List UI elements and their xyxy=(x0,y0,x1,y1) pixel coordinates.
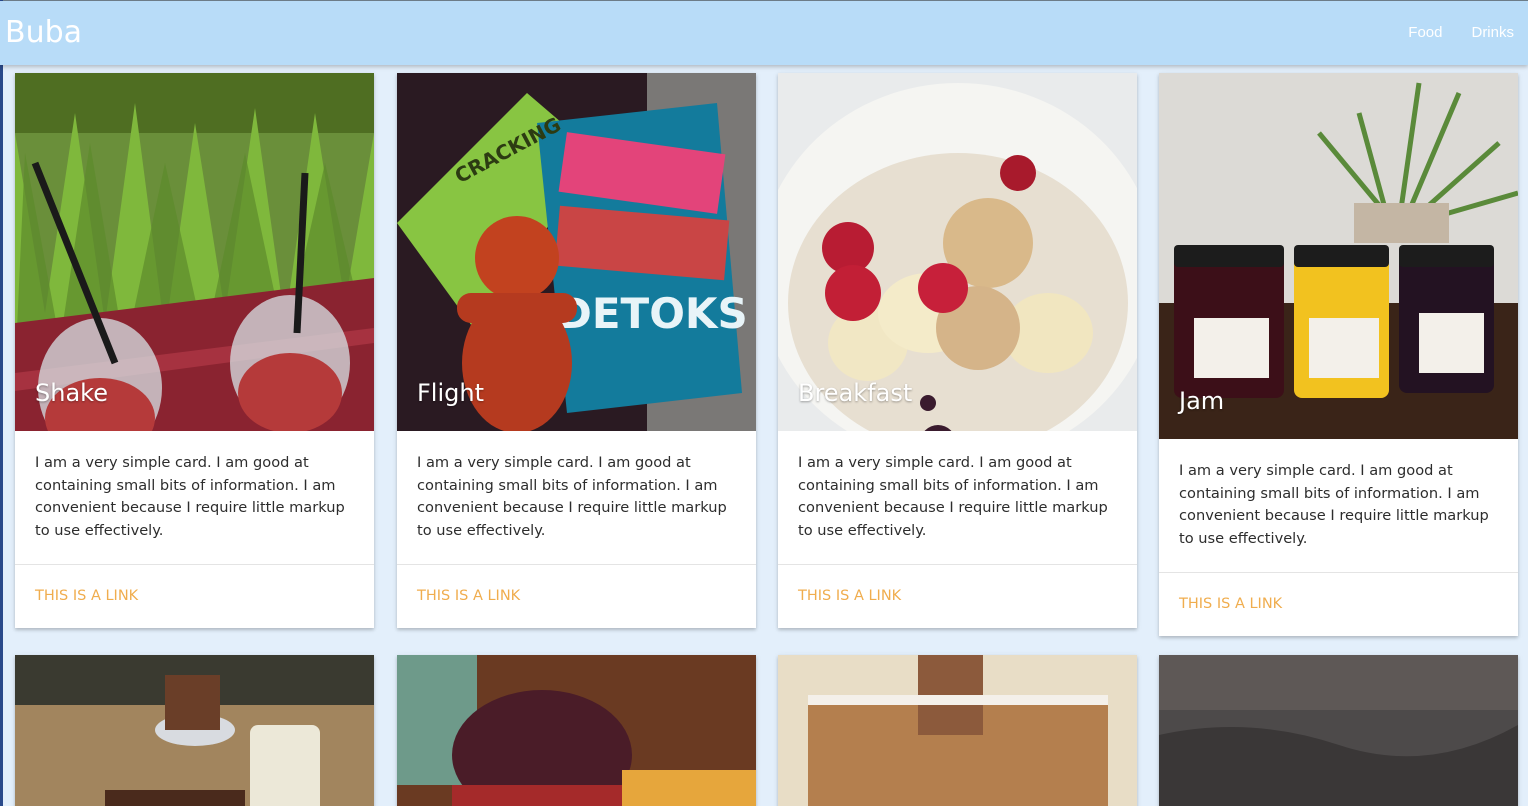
brand-logo[interactable]: Buba xyxy=(5,15,82,50)
card-stone xyxy=(1159,655,1518,806)
card-text: I am a very simple card. I am good at co… xyxy=(778,431,1137,565)
navbar: Buba Food Drinks xyxy=(0,1,1528,65)
card-breakfast: Breakfast I am a very simple card. I am … xyxy=(778,73,1137,628)
card-link[interactable]: THIS IS A LINK xyxy=(1179,596,1282,612)
card-burger xyxy=(397,655,756,806)
card-action: THIS IS A LINK xyxy=(1159,573,1518,636)
card-image-cake xyxy=(15,655,374,806)
card-link[interactable]: THIS IS A LINK xyxy=(35,588,138,604)
card-gingerbread xyxy=(778,655,1137,806)
gingerbread-photo xyxy=(778,655,1137,806)
nav-links: Food Drinks xyxy=(1408,24,1514,41)
card-title: Breakfast xyxy=(798,379,913,407)
card-jam: Jam I am a very simple card. I am good a… xyxy=(1159,73,1518,636)
card-image-breakfast: Breakfast xyxy=(778,73,1137,431)
card-title: Flight xyxy=(417,379,484,407)
stone-photo xyxy=(1159,655,1518,806)
burger-photo xyxy=(397,655,756,806)
nav-link-food[interactable]: Food xyxy=(1408,24,1442,41)
card-action: THIS IS A LINK xyxy=(778,565,1137,628)
card-title: Jam xyxy=(1179,387,1225,415)
shake-photo xyxy=(15,73,374,431)
jam-photo xyxy=(1159,73,1518,439)
card-flight: DETOKS CRACKING Flight I am a very simpl… xyxy=(397,73,756,628)
card-image-gingerbread xyxy=(778,655,1137,806)
card-action: THIS IS A LINK xyxy=(397,565,756,628)
card-title: Shake xyxy=(35,379,108,407)
card-text: I am a very simple card. I am good at co… xyxy=(1159,439,1518,573)
card-link[interactable]: THIS IS A LINK xyxy=(798,588,901,604)
card-shake: Shake I am a very simple card. I am good… xyxy=(15,73,374,628)
card-image-flight: DETOKS CRACKING Flight xyxy=(397,73,756,431)
svg-text:DETOKS: DETOKS xyxy=(557,289,748,338)
card-link[interactable]: THIS IS A LINK xyxy=(417,588,520,604)
card-cake xyxy=(15,655,374,806)
card-image-stone xyxy=(1159,655,1518,806)
flight-photo: DETOKS CRACKING xyxy=(397,73,756,431)
card-image-burger xyxy=(397,655,756,806)
cake-photo xyxy=(15,655,374,806)
nav-link-drinks[interactable]: Drinks xyxy=(1471,24,1514,41)
card-text: I am a very simple card. I am good at co… xyxy=(397,431,756,565)
card-text: I am a very simple card. I am good at co… xyxy=(15,431,374,565)
breakfast-photo xyxy=(778,73,1137,431)
card-image-shake: Shake xyxy=(15,73,374,431)
card-image-jam: Jam xyxy=(1159,73,1518,439)
window-left-edge xyxy=(0,0,3,806)
card-action: THIS IS A LINK xyxy=(15,565,374,628)
